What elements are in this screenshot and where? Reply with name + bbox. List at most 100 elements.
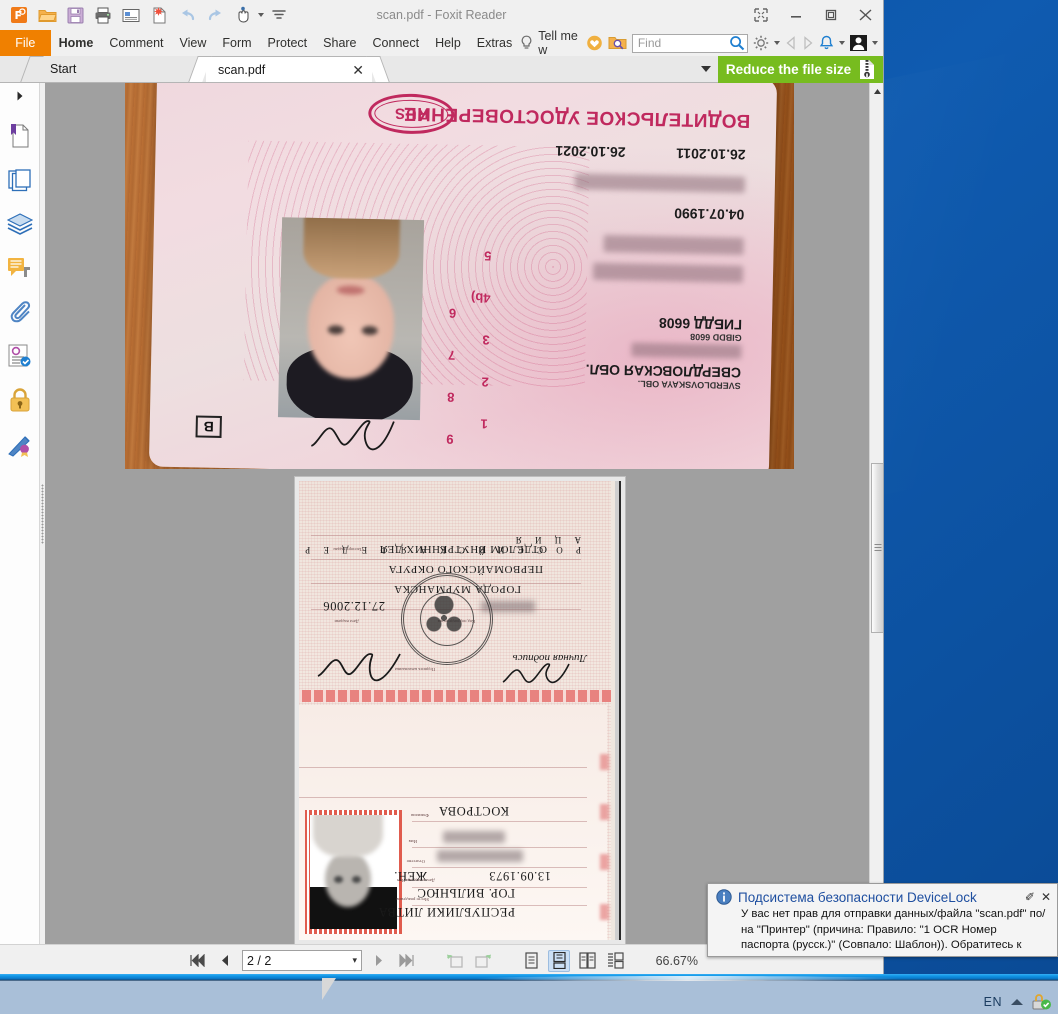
hand-tool-dropdown-caret-icon[interactable]: [258, 13, 264, 17]
licence-title: ВОДИТЕЛЬСКОЕ УДОСТОВЕРЕНИЕ: [403, 102, 751, 131]
notification-header: Подсистема безопасности DeviceLock ✐ ✕: [708, 884, 1057, 905]
last-page-button[interactable]: [396, 950, 418, 972]
tab-help[interactable]: Help: [427, 30, 469, 56]
print-icon[interactable]: [90, 2, 116, 28]
settings-gear-icon[interactable]: [753, 35, 769, 51]
page-dropdown-caret-icon[interactable]: ▾: [352, 955, 357, 966]
facing-continuous-view-icon[interactable]: [604, 950, 626, 972]
foxit-logo-icon[interactable]: [6, 2, 32, 28]
splitter-grip-icon: [41, 484, 44, 544]
double-headed-eagle-icon: [426, 596, 462, 636]
sidebar-item-digital-signatures[interactable]: [3, 425, 37, 463]
russian-passport-scan: РЕСПУБЛИКИ ЛИТВА Место рождения ГОР. ВИЛ…: [299, 481, 621, 940]
birth-place-line2: РЕСПУБЛИКИ ЛИТВА: [378, 905, 515, 919]
tab-share[interactable]: Share: [315, 30, 364, 56]
search-icon[interactable]: [729, 35, 745, 51]
devicelock-notification[interactable]: Подсистема безопасности DeviceLock ✐ ✕ У…: [707, 883, 1058, 957]
document-viewport[interactable]: ВОДИТЕЛЬСКОЕ УДОСТОВЕРЕНИЕ RUS B 1 2 3 4…: [45, 83, 869, 945]
sidebar-item-accessibility[interactable]: [3, 337, 37, 375]
restore-full-screen-icon[interactable]: [743, 1, 778, 29]
hand-tool-icon[interactable]: [230, 2, 256, 28]
perforation-mark: [600, 854, 609, 870]
rotate-left-icon[interactable]: [444, 950, 466, 972]
sidebar-item-layers[interactable]: [3, 205, 37, 243]
lightbulb-icon[interactable]: [520, 35, 533, 52]
redo-icon[interactable]: [202, 2, 228, 28]
redacted-surname: [592, 262, 744, 283]
officer-handwritten-signature: [306, 648, 406, 688]
account-dropdown-caret-icon[interactable]: [872, 41, 878, 45]
redacted-given-name: [603, 234, 744, 255]
document-page-2[interactable]: РЕСПУБЛИКИ ЛИТВА Место рождения ГОР. ВИЛ…: [295, 477, 625, 944]
open-icon[interactable]: [34, 2, 60, 28]
tab-comment[interactable]: Comment: [101, 30, 171, 56]
heart-icon[interactable]: [586, 35, 603, 51]
authority-lat-value: GIBDD 6608: [690, 331, 742, 343]
tab-overflow-caret-icon[interactable]: [701, 66, 711, 72]
search-input[interactable]: Find: [631, 33, 748, 53]
bell-dropdown-caret-icon[interactable]: [839, 41, 845, 45]
search-placeholder: Find: [637, 36, 662, 50]
navigation-panel-expander[interactable]: [14, 89, 26, 109]
licence-category-box: B: [195, 415, 222, 438]
document-page-1[interactable]: ВОДИТЕЛЬСКОЕ УДОСТОВЕРЕНИЕ RUS B 1 2 3 4…: [125, 83, 794, 469]
scroll-up-button[interactable]: [870, 83, 883, 99]
sidebar-item-security[interactable]: [3, 381, 37, 419]
undo-icon[interactable]: [174, 2, 200, 28]
zoom-level-value[interactable]: 66.67%: [646, 954, 698, 968]
language-indicator[interactable]: EN: [984, 995, 1002, 1009]
close-tab-icon[interactable]: ✕: [352, 63, 364, 77]
reduce-file-size-button[interactable]: Reduce the file size: [718, 56, 883, 83]
photo-shoulders: [313, 810, 383, 857]
tab-connect[interactable]: Connect: [365, 30, 428, 56]
create-pdf-icon[interactable]: [146, 2, 172, 28]
passport-binding-edge: [611, 481, 621, 940]
tab-form[interactable]: Form: [214, 30, 259, 56]
authority-line2: ПЕРВОМАЙСКОГО ОКРУГА: [388, 563, 543, 575]
minimize-icon[interactable]: [778, 1, 813, 29]
document-vertical-scrollbar[interactable]: [869, 83, 883, 945]
previous-page-button[interactable]: [214, 950, 236, 972]
facing-pages-view-icon[interactable]: [576, 950, 598, 972]
tab-extras[interactable]: Extras: [469, 30, 520, 56]
maximize-icon[interactable]: [813, 1, 848, 29]
customize-toolbar-icon[interactable]: [266, 2, 292, 28]
tab-home[interactable]: Home: [51, 30, 102, 56]
show-hidden-icons-icon[interactable]: [1011, 998, 1023, 1005]
doc-tab-start[interactable]: Start: [20, 56, 222, 82]
nav-back-icon[interactable]: [785, 36, 797, 50]
doc-tab-scan-pdf[interactable]: scan.pdf ✕: [188, 56, 390, 82]
continuous-scroll-view-icon[interactable]: [548, 949, 570, 972]
country-code-label: RUS: [393, 105, 429, 123]
page-number-input[interactable]: 2 / 2 ▾: [242, 950, 362, 971]
tab-view[interactable]: View: [172, 30, 215, 56]
search-folder-icon[interactable]: [608, 35, 627, 51]
nav-forward-icon[interactable]: [802, 36, 814, 50]
devicelock-tray-icon[interactable]: [1032, 993, 1052, 1011]
next-page-button[interactable]: [368, 950, 390, 972]
tab-file[interactable]: File: [0, 30, 51, 56]
save-icon[interactable]: [62, 2, 88, 28]
photo-eye-right: [334, 876, 343, 883]
sidebar-item-page-thumbnails[interactable]: [3, 161, 37, 199]
account-avatar-icon[interactable]: [850, 35, 867, 51]
navigation-panel: [0, 83, 40, 945]
scrollbar-thumb[interactable]: [871, 463, 883, 633]
settings-dropdown-caret-icon[interactable]: [774, 41, 780, 45]
sidebar-item-bookmarks[interactable]: [3, 117, 37, 155]
rotate-right-icon[interactable]: [472, 950, 494, 972]
first-page-button[interactable]: [186, 950, 208, 972]
email-icon[interactable]: [118, 2, 144, 28]
close-icon[interactable]: [848, 1, 883, 29]
pin-notification-icon[interactable]: ✐: [1025, 890, 1035, 904]
doc-tab-scan-pdf-label: scan.pdf: [218, 62, 266, 77]
sidebar-item-attachments[interactable]: [3, 293, 37, 331]
bell-icon[interactable]: [819, 35, 834, 51]
sidebar-item-comments[interactable]: [3, 249, 37, 287]
tab-protect[interactable]: Protect: [260, 30, 316, 56]
country-code-oval: RUS: [367, 92, 455, 135]
close-notification-icon[interactable]: ✕: [1041, 890, 1051, 904]
single-page-view-icon[interactable]: [520, 950, 542, 972]
tell-me-label[interactable]: Tell me w: [538, 29, 581, 57]
field-rule: [299, 767, 587, 768]
